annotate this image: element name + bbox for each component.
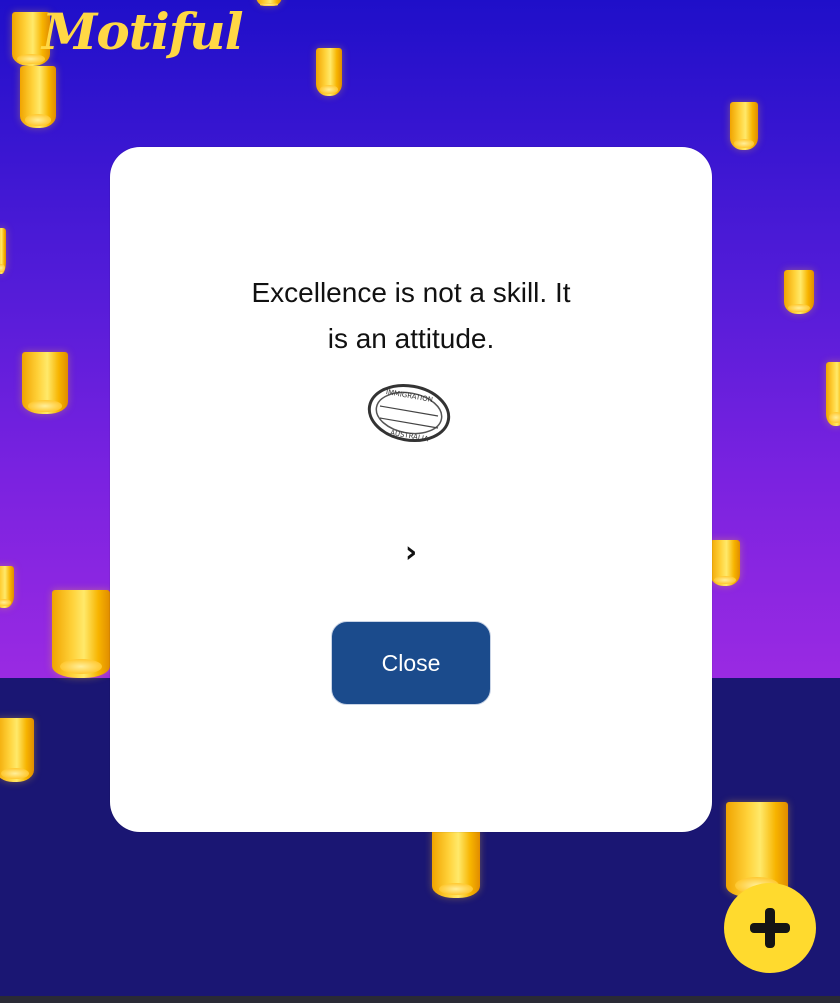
lantern [432, 828, 480, 898]
quote-text: Excellence is not a skill. It is an atti… [110, 270, 712, 362]
quote-line-1: Excellence is not a skill. It [251, 277, 571, 308]
lantern [784, 270, 814, 314]
add-button[interactable] [724, 883, 816, 973]
lantern [20, 66, 56, 128]
app-logo: Motiful [42, 2, 244, 61]
bottom-strip [0, 996, 840, 1003]
lantern [0, 228, 6, 274]
quote-line-2: is an attitude. [327, 323, 495, 354]
lantern [730, 102, 758, 150]
lantern [0, 718, 34, 782]
lantern [22, 352, 68, 414]
quote-modal [110, 147, 712, 832]
lantern [0, 566, 14, 608]
lantern [52, 590, 110, 678]
chevron-right-icon[interactable]: › [398, 536, 424, 570]
plus-icon [750, 908, 790, 948]
lantern [316, 48, 342, 96]
lantern [826, 362, 840, 426]
passport-stamp-icon: IMMIGRATION AUSTRALIA [366, 382, 452, 444]
close-button[interactable]: Close [331, 621, 491, 705]
lantern [710, 540, 740, 586]
